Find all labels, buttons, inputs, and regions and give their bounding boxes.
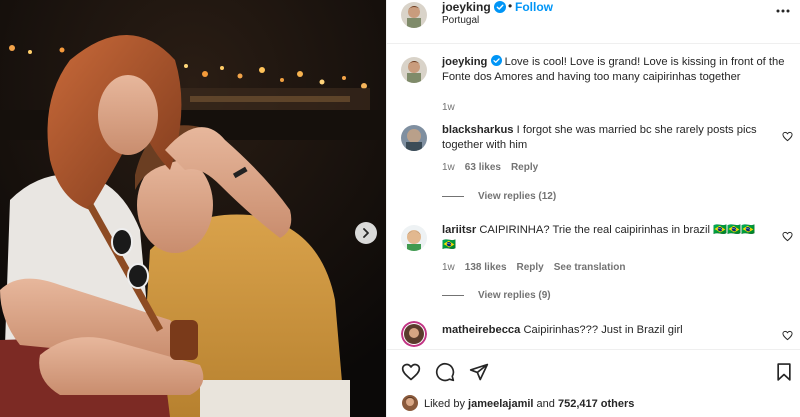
username-link[interactable]: joeyking	[442, 0, 491, 14]
comment-username[interactable]: matheirebecca	[442, 324, 520, 336]
see-translation-button[interactable]: See translation	[554, 262, 626, 273]
heart-icon[interactable]	[782, 231, 793, 242]
comment-icon[interactable]	[435, 362, 455, 382]
save-icon[interactable]	[774, 362, 794, 382]
avatar[interactable]	[401, 321, 427, 347]
avatar[interactable]	[401, 125, 427, 151]
separator: •	[508, 0, 513, 13]
comment-likes[interactable]: 138 likes	[465, 262, 507, 273]
comment-body: CAIPIRINHA? Trie the real caipirinhas in…	[442, 224, 755, 251]
comment-text: blacksharkus I forgot she was married bc…	[442, 123, 772, 153]
post-photo	[0, 0, 386, 417]
caption-time[interactable]: 1w	[442, 102, 455, 113]
woman-face	[98, 75, 158, 155]
view-replies-label[interactable]: View replies (12)	[478, 191, 556, 202]
view-replies-button[interactable]: View replies (9)	[442, 290, 551, 301]
action-bar	[387, 349, 800, 394]
post-header: joeyking • Follow Portugal	[387, 0, 800, 44]
liked-by-user[interactable]: jameelajamil	[468, 398, 533, 410]
comment-time[interactable]: 1w	[442, 162, 455, 173]
comment-likes[interactable]: 63 likes	[465, 162, 501, 173]
next-photo-button[interactable]	[355, 222, 377, 244]
reply-button[interactable]: Reply	[511, 162, 538, 173]
comment-time[interactable]: 1w	[442, 262, 455, 273]
comment-meta: 1w 138 likes Reply See translation	[442, 262, 625, 273]
comment-username[interactable]: lariitsr	[442, 224, 476, 236]
liked-by: Liked by jameelajamil and 752,417 others	[387, 392, 800, 417]
post-details-panel: joeyking • Follow Portugal joeyking Love…	[386, 0, 800, 417]
liked-by-others[interactable]: 752,417 others	[558, 398, 634, 410]
heart-icon[interactable]	[782, 131, 793, 142]
liked-by-text: Liked by jameelajamil and 752,417 others	[424, 398, 634, 410]
comment-text: lariitsr CAIPIRINHA? Trie the real caipi…	[442, 223, 762, 253]
view-replies-button[interactable]: View replies (12)	[442, 191, 556, 202]
share-icon[interactable]	[469, 362, 489, 382]
more-icon[interactable]	[775, 6, 791, 16]
comment-body: Caipirinhas??? Just in Brazil girl	[523, 324, 683, 336]
avatar[interactable]	[401, 57, 427, 83]
heart-icon[interactable]	[401, 362, 421, 382]
author-username[interactable]: joeyking	[442, 0, 506, 14]
comments-list[interactable]: joeyking Love is cool! Love is grand! Lo…	[387, 45, 800, 348]
avatar[interactable]	[402, 395, 418, 411]
heart-icon[interactable]	[782, 330, 793, 341]
divider	[442, 295, 464, 296]
photo-image	[0, 0, 386, 417]
liked-by-and: and	[536, 398, 555, 410]
reply-button[interactable]: Reply	[517, 262, 544, 273]
chevron-right-icon	[363, 228, 369, 238]
location-link[interactable]: Portugal	[442, 15, 479, 26]
avatar[interactable]	[401, 2, 427, 28]
verified-icon	[490, 55, 502, 66]
avatar[interactable]	[401, 225, 427, 251]
comment-username[interactable]: blacksharkus	[442, 124, 514, 136]
caption-text: joeyking Love is cool! Love is grand! Lo…	[442, 55, 787, 85]
follow-button[interactable]: Follow	[515, 0, 553, 14]
liked-by-prefix: Liked by	[424, 398, 465, 410]
divider	[442, 196, 464, 197]
caption-meta: 1w	[442, 102, 455, 113]
verified-icon	[493, 1, 506, 13]
view-replies-label[interactable]: View replies (9)	[478, 290, 551, 301]
caption-username[interactable]: joeyking	[442, 56, 487, 68]
comment-text: matheirebecca Caipirinhas??? Just in Bra…	[442, 323, 772, 338]
comment-meta: 1w 63 likes Reply	[442, 162, 538, 173]
